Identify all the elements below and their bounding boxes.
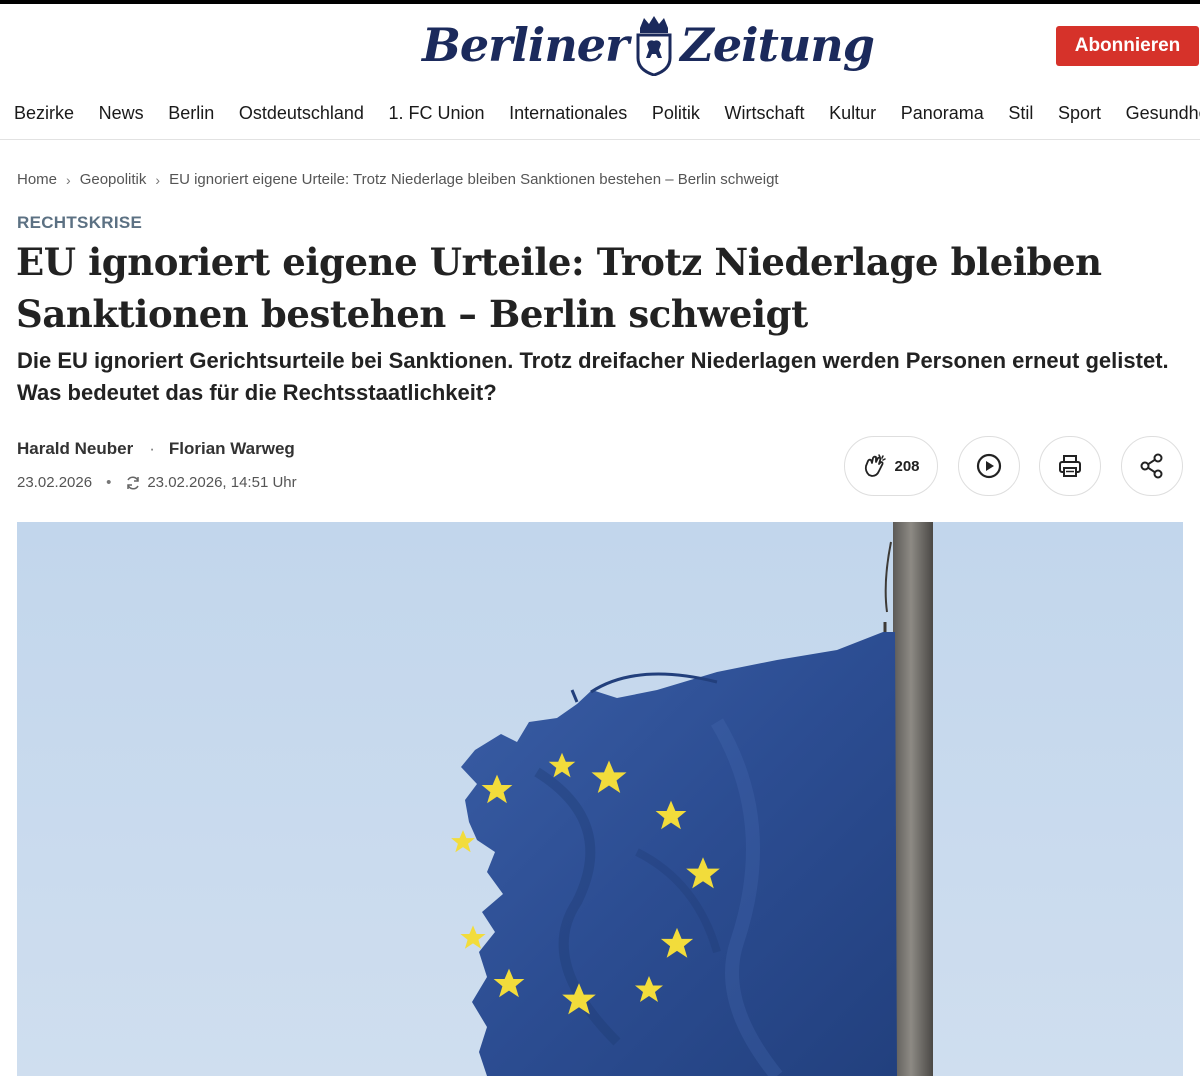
nav-item-politik[interactable]: Politik	[652, 103, 700, 124]
refresh-icon	[127, 475, 140, 490]
play-icon	[976, 453, 1002, 479]
print-button[interactable]	[1039, 436, 1101, 496]
author-link[interactable]: Harald Neuber	[17, 439, 133, 459]
nav-item-news[interactable]: News	[99, 103, 144, 124]
breadcrumb-section[interactable]: Geopolitik	[80, 171, 147, 188]
print-icon	[1059, 455, 1081, 477]
nav-item-internationales[interactable]: Internationales	[509, 103, 627, 124]
site-header: Berliner Zeitung Abonnieren	[0, 4, 1200, 88]
share-icon	[1140, 453, 1163, 479]
nav-item-ostdeutschland[interactable]: Ostdeutschland	[239, 103, 364, 124]
updated-date: 23.02.2026, 14:51 Uhr	[147, 474, 297, 491]
nav-item-panorama[interactable]: Panorama	[901, 103, 984, 124]
clap-icon	[865, 454, 887, 477]
separator-dot: •	[106, 474, 112, 491]
nav-item-bezirke[interactable]: Bezirke	[14, 103, 74, 124]
clap-count: 208	[894, 457, 920, 475]
share-button[interactable]	[1121, 436, 1183, 496]
logo-word-zeitung: Zeitung	[680, 18, 875, 72]
breadcrumb: Home › Geopolitik › EU ignoriert eigene …	[17, 171, 779, 188]
chevron-right-icon: ›	[155, 171, 161, 188]
nav-item-wirtschaft[interactable]: Wirtschaft	[724, 103, 804, 124]
article-kicker: RECHTSKRISE	[17, 213, 143, 232]
berlin-bear-crest-icon	[636, 16, 672, 76]
separator-dot: ·	[149, 439, 155, 458]
article-teaser: Die EU ignoriert Gerichtsurteile bei San…	[17, 348, 1169, 405]
chevron-right-icon: ›	[66, 171, 71, 188]
clap-button[interactable]: 208	[844, 436, 938, 496]
published-date: 23.02.2026	[17, 474, 93, 491]
nav-item-fc-union[interactable]: 1. FC Union	[389, 103, 485, 124]
author-link[interactable]: Florian Warweg	[169, 439, 295, 459]
nav-item-gesundheit[interactable]: Gesundheit	[1126, 103, 1200, 124]
hero-image	[17, 522, 1183, 1076]
article-authors: Harald Neuber · Florian Warweg	[17, 439, 295, 459]
breadcrumb-current: EU ignoriert eigene Urteile: Trotz Niede…	[169, 171, 779, 188]
article-headline: EU ignoriert eigene Urteile: Trotz Niede…	[16, 240, 1102, 336]
nav-item-kultur[interactable]: Kultur	[829, 103, 876, 124]
play-audio-button[interactable]	[958, 436, 1020, 496]
nav-item-berlin[interactable]: Berlin	[168, 103, 214, 124]
breadcrumb-home[interactable]: Home	[17, 171, 57, 188]
torn-eu-flag-image	[17, 522, 1183, 1076]
nav-item-stil[interactable]: Stil	[1008, 103, 1033, 124]
main-navigation: Bezirke News Berlin Ostdeutschland 1. FC…	[0, 88, 1200, 140]
nav-item-sport[interactable]: Sport	[1058, 103, 1101, 124]
logo-word-berliner: Berliner	[422, 18, 629, 72]
article-dates: 23.02.2026 • 23.02.2026, 14:51 Uhr	[17, 474, 297, 491]
subscribe-button[interactable]: Abonnieren	[1056, 26, 1199, 66]
site-logo[interactable]: Berliner Zeitung	[422, 10, 875, 80]
